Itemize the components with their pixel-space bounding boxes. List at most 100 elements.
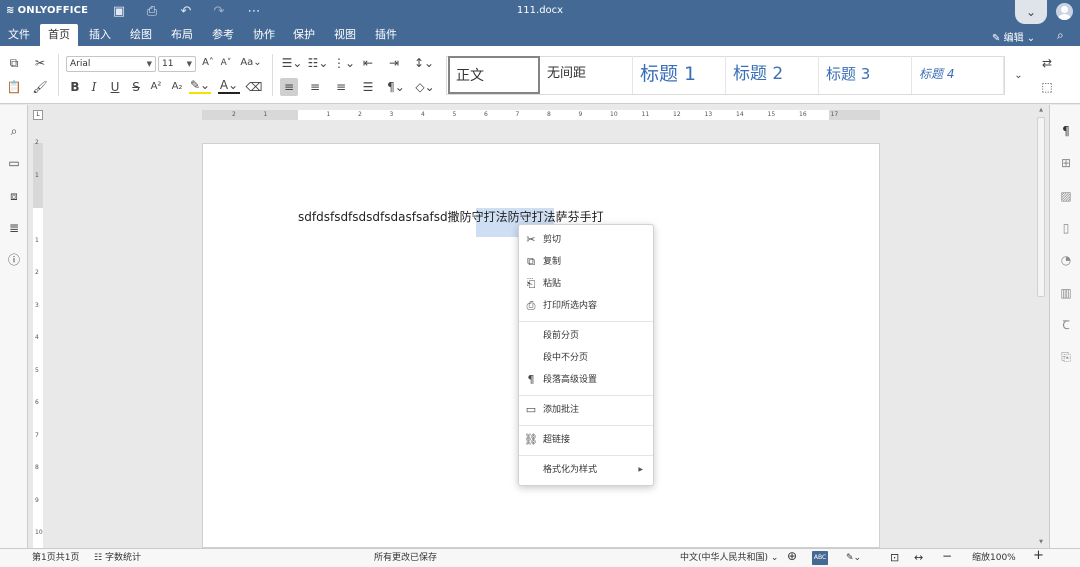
fit-page-icon[interactable]: ⊡ bbox=[890, 551, 899, 564]
font-size-select[interactable]: 11 ▼ bbox=[158, 56, 196, 72]
language-select[interactable]: 中文(中华人民共和国) ⌄ bbox=[680, 552, 778, 565]
strikethrough-icon[interactable]: S bbox=[127, 78, 145, 96]
header-footer-icon[interactable]: ▯ bbox=[1057, 219, 1075, 237]
zoom-level[interactable]: 缩放100% bbox=[972, 552, 1016, 565]
tab-draw[interactable]: 绘图 bbox=[122, 24, 160, 46]
nonprinting-chars-icon[interactable]: ¶⌄ bbox=[385, 78, 407, 96]
scroll-up-icon[interactable]: ▲ bbox=[1037, 107, 1045, 113]
vertical-ruler[interactable]: 1 2 3 4 5 6 7 8 9 10 1 2 bbox=[33, 139, 43, 548]
fit-width-icon[interactable]: ↔ bbox=[914, 551, 923, 564]
subscript-icon[interactable]: A₂ bbox=[168, 78, 186, 96]
scrollbar-thumb[interactable] bbox=[1037, 117, 1045, 297]
chart-settings-icon[interactable]: ▥ bbox=[1057, 284, 1075, 302]
menu-item-add-comment[interactable]: ▭ 添加批注 bbox=[519, 399, 653, 421]
format-painter-icon[interactable]: 🖌 bbox=[31, 78, 49, 96]
tab-collaborate[interactable]: 协作 bbox=[245, 24, 283, 46]
tab-file[interactable]: 文件 bbox=[0, 24, 38, 46]
collapse-header-button[interactable]: ⌄ bbox=[1015, 0, 1047, 24]
copy-icon[interactable]: ⧉ bbox=[5, 54, 23, 72]
paragraph-shading-icon[interactable]: ◇⌄ bbox=[412, 78, 438, 96]
word-count-button[interactable]: ☷ 字数统计 bbox=[94, 552, 141, 565]
chat-icon[interactable]: ⧈ bbox=[5, 187, 23, 205]
font-color-icon[interactable]: A⌄ bbox=[218, 78, 240, 94]
tab-plugins[interactable]: 插件 bbox=[367, 24, 405, 46]
italic-icon[interactable]: I bbox=[85, 78, 103, 96]
menu-item-page-break-before[interactable]: 段前分页 bbox=[519, 325, 653, 347]
status-bar: 第1页共1页 ☷ 字数统计 所有更改已保存 中文(中华人民共和国) ⌄ ⊕ AB… bbox=[0, 548, 1080, 567]
track-changes-icon[interactable]: ✎⌄ bbox=[846, 552, 861, 565]
menu-item-hyperlink[interactable]: ⛓ 超链接 bbox=[519, 429, 653, 451]
scroll-down-icon[interactable]: ▼ bbox=[1037, 539, 1045, 545]
decrease-font-icon[interactable]: A˅ bbox=[217, 54, 235, 72]
style-normal[interactable]: 正文 bbox=[448, 56, 540, 94]
align-right-icon[interactable]: ≡ bbox=[332, 78, 350, 96]
zoom-in-icon[interactable]: + bbox=[1033, 549, 1044, 562]
menu-item-cut[interactable]: ✂ 剪切 bbox=[519, 229, 653, 251]
superscript-icon[interactable]: A² bbox=[147, 78, 165, 96]
increase-indent-icon[interactable]: ⇥ bbox=[385, 54, 403, 72]
clear-format-icon[interactable]: ⌫ bbox=[245, 78, 263, 96]
zoom-out-icon[interactable]: − bbox=[942, 550, 952, 563]
paragraph-settings-icon[interactable]: ¶ bbox=[1057, 122, 1075, 140]
replace-icon[interactable]: ⇄ bbox=[1038, 54, 1056, 72]
tab-references[interactable]: 参考 bbox=[204, 24, 242, 46]
table-settings-icon[interactable]: ⊞ bbox=[1057, 154, 1075, 172]
vertical-scrollbar[interactable]: ▲ ▼ bbox=[1036, 105, 1046, 548]
paste-icon[interactable]: 📋 bbox=[5, 78, 23, 96]
comments-icon[interactable]: ▭ bbox=[5, 154, 23, 172]
globe-icon[interactable]: ⊕ bbox=[787, 550, 797, 563]
font-name-select[interactable]: Arial ▼ bbox=[66, 56, 156, 72]
style-heading-4[interactable]: 标题 4 bbox=[913, 56, 1004, 94]
style-heading-1[interactable]: 标题 1 bbox=[634, 56, 726, 94]
page-info[interactable]: 第1页共1页 bbox=[32, 552, 79, 565]
image-settings-icon[interactable]: ▨ bbox=[1057, 187, 1075, 205]
spellcheck-icon[interactable]: ABC bbox=[812, 551, 828, 565]
select-all-icon[interactable]: ⬚ bbox=[1038, 78, 1056, 96]
numbered-list-icon[interactable]: ☷⌄ bbox=[306, 54, 330, 72]
font-size-value: 11 bbox=[162, 59, 174, 69]
bullet-list-icon[interactable]: ☰⌄ bbox=[280, 54, 304, 72]
tab-view[interactable]: 视图 bbox=[326, 24, 364, 46]
styles-expand-button[interactable]: ⌄ bbox=[1004, 56, 1032, 95]
style-no-spacing[interactable]: 无间距 bbox=[541, 56, 633, 94]
line-spacing-icon[interactable]: ↕⌄ bbox=[411, 54, 437, 72]
tab-stop-selector[interactable]: L bbox=[33, 110, 43, 120]
user-avatar[interactable] bbox=[1056, 3, 1073, 20]
align-justify-icon[interactable]: ☰ bbox=[359, 78, 377, 96]
menu-item-keep-lines-together[interactable]: 段中不分页 bbox=[519, 347, 653, 369]
tab-protect[interactable]: 保护 bbox=[285, 24, 323, 46]
menu-divider bbox=[519, 321, 653, 322]
align-left-icon[interactable]: ≡ bbox=[280, 78, 298, 96]
edit-mode-dropdown[interactable]: ✎ 编辑 ⌄ bbox=[992, 29, 1035, 44]
document-paragraph[interactable]: sdfdsfsdfsdsdfsdasfsafsd撒防守打法防守打法萨芬手打 bbox=[298, 208, 604, 225]
tab-layout[interactable]: 布局 bbox=[163, 24, 201, 46]
highlight-color-icon[interactable]: ✎⌄ bbox=[189, 78, 211, 94]
decrease-indent-icon[interactable]: ⇤ bbox=[359, 54, 377, 72]
multilevel-list-icon[interactable]: ⋮⌄ bbox=[332, 54, 356, 72]
menu-item-print-selection[interactable]: ⎙ 打印所选内容 bbox=[519, 295, 653, 317]
shape-settings-icon[interactable]: ◔ bbox=[1057, 251, 1075, 269]
tab-home[interactable]: 首页 bbox=[40, 24, 78, 46]
menu-item-copy[interactable]: ⧉ 复制 bbox=[519, 251, 653, 273]
tab-insert[interactable]: 插入 bbox=[81, 24, 119, 46]
increase-font-icon[interactable]: A˄ bbox=[199, 54, 217, 72]
search-icon[interactable]: ⌕ bbox=[5, 122, 23, 140]
cut-icon[interactable]: ✂ bbox=[31, 54, 49, 72]
menu-item-paragraph-advanced[interactable]: ¶ 段落高级设置 bbox=[519, 369, 653, 391]
info-icon[interactable]: ⓘ bbox=[5, 251, 23, 269]
search-icon[interactable]: ⌕ bbox=[1057, 28, 1064, 43]
navigation-icon[interactable]: ≣ bbox=[5, 219, 23, 237]
horizontal-ruler[interactable]: 1 2 3 4 5 6 7 8 9 10 11 12 13 14 15 16 17 1 2 bbox=[202, 110, 880, 120]
menu-item-paste[interactable]: ⎗ 粘贴 bbox=[519, 273, 653, 295]
form-settings-icon[interactable]: ⎘ bbox=[1057, 348, 1075, 366]
bold-icon[interactable]: B bbox=[66, 78, 84, 96]
align-center-icon[interactable]: ≡ bbox=[306, 78, 324, 96]
textart-settings-icon[interactable]: Ꞇ bbox=[1057, 316, 1075, 334]
edit-mode-label: 编辑 bbox=[1003, 33, 1024, 44]
change-case-icon[interactable]: Aa⌄ bbox=[238, 54, 264, 72]
style-heading-2[interactable]: 标题 2 bbox=[727, 56, 819, 94]
style-heading-3[interactable]: 标题 3 bbox=[820, 56, 912, 94]
menu-item-format-as-style[interactable]: 格式化为样式 ▶ bbox=[519, 459, 653, 481]
underline-icon[interactable]: U bbox=[106, 78, 124, 96]
ruler-tick-label: 5 bbox=[452, 111, 457, 118]
